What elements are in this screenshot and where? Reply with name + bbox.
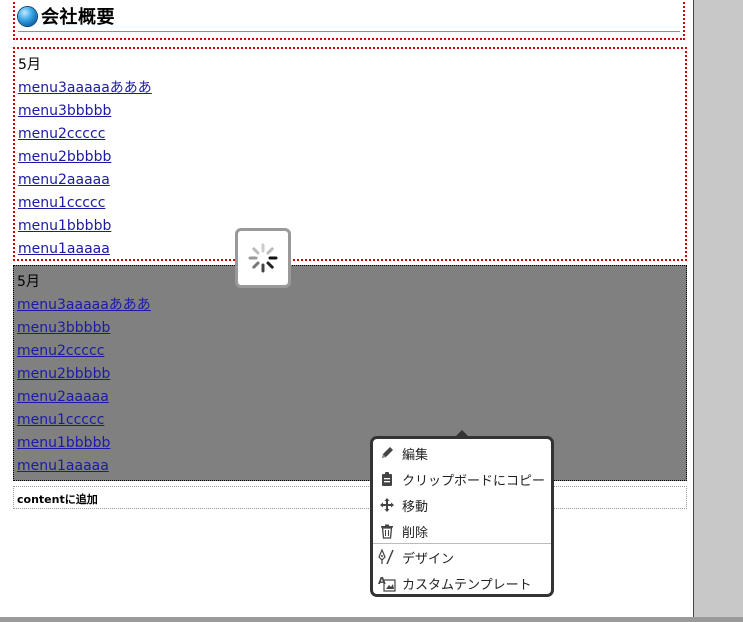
trash-icon xyxy=(377,521,397,541)
context-menu-edit[interactable]: 編集 xyxy=(377,441,428,465)
context-menu-delete[interactable]: 削除 xyxy=(377,519,428,543)
menu-link[interactable]: menu3bbbbb xyxy=(18,100,152,123)
context-menu: 編集 クリップボードにコピー 移動 削除 デザイン A カスタムテンプレート xyxy=(370,436,554,597)
month-heading: 5月 xyxy=(17,274,40,290)
right-gutter xyxy=(693,0,743,622)
context-menu-separator xyxy=(373,543,551,544)
page-title: 会社概要 xyxy=(41,7,115,28)
context-menu-design[interactable]: デザイン xyxy=(377,545,454,569)
menu-link[interactable]: menu2ccccc xyxy=(17,340,151,363)
menu-link[interactable]: menu1aaaaa xyxy=(17,455,151,478)
context-menu-copy-clipboard[interactable]: クリップボードにコピー xyxy=(377,467,545,491)
menu-link[interactable]: menu3aaaaaあああ xyxy=(18,77,152,100)
context-menu-custom-template[interactable]: A カスタムテンプレート xyxy=(377,571,532,595)
move-icon xyxy=(377,495,397,515)
menu-link[interactable]: menu2aaaaa xyxy=(17,386,151,409)
add-content-label: contentに追加 xyxy=(17,493,98,506)
context-menu-move-label: 移動 xyxy=(402,499,429,515)
bottom-scrollbar[interactable] xyxy=(0,617,743,622)
context-menu-edit-label: 編集 xyxy=(402,447,429,463)
menu-link[interactable]: menu1bbbbb xyxy=(17,432,151,455)
context-menu-move[interactable]: 移動 xyxy=(377,493,428,517)
month-heading: 5月 xyxy=(18,57,41,73)
add-content-area[interactable]: contentに追加 xyxy=(13,486,687,509)
spinner-icon xyxy=(248,243,278,273)
menu-link[interactable]: menu2bbbbb xyxy=(18,146,152,169)
svg-text:A: A xyxy=(378,576,386,587)
custom-template-icon: A xyxy=(377,573,397,593)
menu-link[interactable]: menu2aaaaa xyxy=(18,169,152,192)
menu-link[interactable]: menu1aaaaa xyxy=(18,238,152,261)
menu-link[interactable]: menu2ccccc xyxy=(18,123,152,146)
title-underline xyxy=(18,31,680,32)
menu-list-block[interactable]: 5月 menu3aaaaaあああ menu3bbbbb menu2ccccc m… xyxy=(13,47,687,261)
clipboard-icon xyxy=(377,469,397,489)
menu-link[interactable]: menu1ccccc xyxy=(18,192,152,215)
menu-link[interactable]: menu1bbbbb xyxy=(18,215,152,238)
context-menu-delete-label: 削除 xyxy=(402,525,429,541)
context-menu-design-label: デザイン xyxy=(402,551,455,567)
pencil-icon xyxy=(377,443,397,463)
globe-icon xyxy=(18,6,37,26)
design-pen-icon xyxy=(377,547,397,567)
menu-link[interactable]: menu2bbbbb xyxy=(17,363,151,386)
menu-link[interactable]: menu1ccccc xyxy=(17,409,151,432)
loading-spinner xyxy=(235,228,291,288)
menu-link[interactable]: menu3aaaaaあああ xyxy=(17,294,151,317)
menu-link[interactable]: menu3bbbbb xyxy=(17,317,151,340)
context-menu-custom-template-label: カスタムテンプレート xyxy=(402,577,532,593)
title-section: 会社概要 xyxy=(13,0,685,40)
selected-menu-list-block[interactable]: 5月 menu3aaaaaあああ menu3bbbbb menu2ccccc m… xyxy=(13,265,687,481)
context-menu-copy-label: クリップボードにコピー xyxy=(402,473,546,489)
